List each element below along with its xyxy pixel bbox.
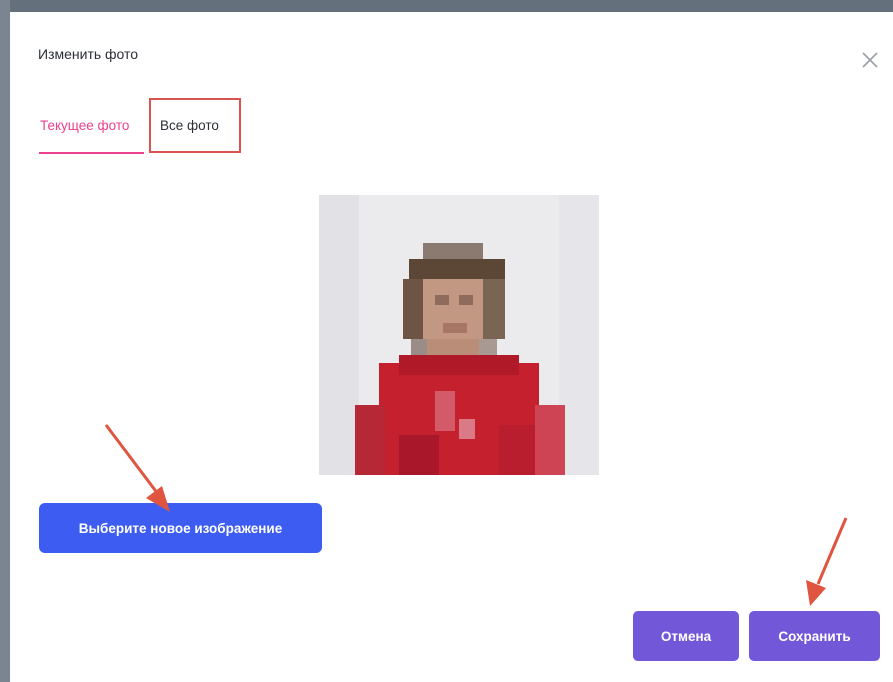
tab-current-photo[interactable]: Текущее фото — [40, 118, 129, 133]
close-icon — [862, 52, 878, 68]
active-tab-indicator — [39, 152, 144, 154]
annotation-highlight-box — [149, 98, 241, 153]
choose-new-image-button[interactable]: Выберите новое изображение — [39, 503, 322, 553]
dialog-title: Изменить фото — [38, 46, 139, 62]
user-photo — [319, 195, 599, 475]
backdrop — [0, 0, 893, 12]
change-photo-dialog: Изменить фото Текущее фото Все фото Выбе… — [10, 12, 893, 682]
save-button[interactable]: Сохранить — [749, 611, 880, 661]
cancel-button[interactable]: Отмена — [633, 611, 739, 661]
close-button[interactable] — [858, 48, 882, 72]
backdrop-edge — [0, 0, 10, 682]
